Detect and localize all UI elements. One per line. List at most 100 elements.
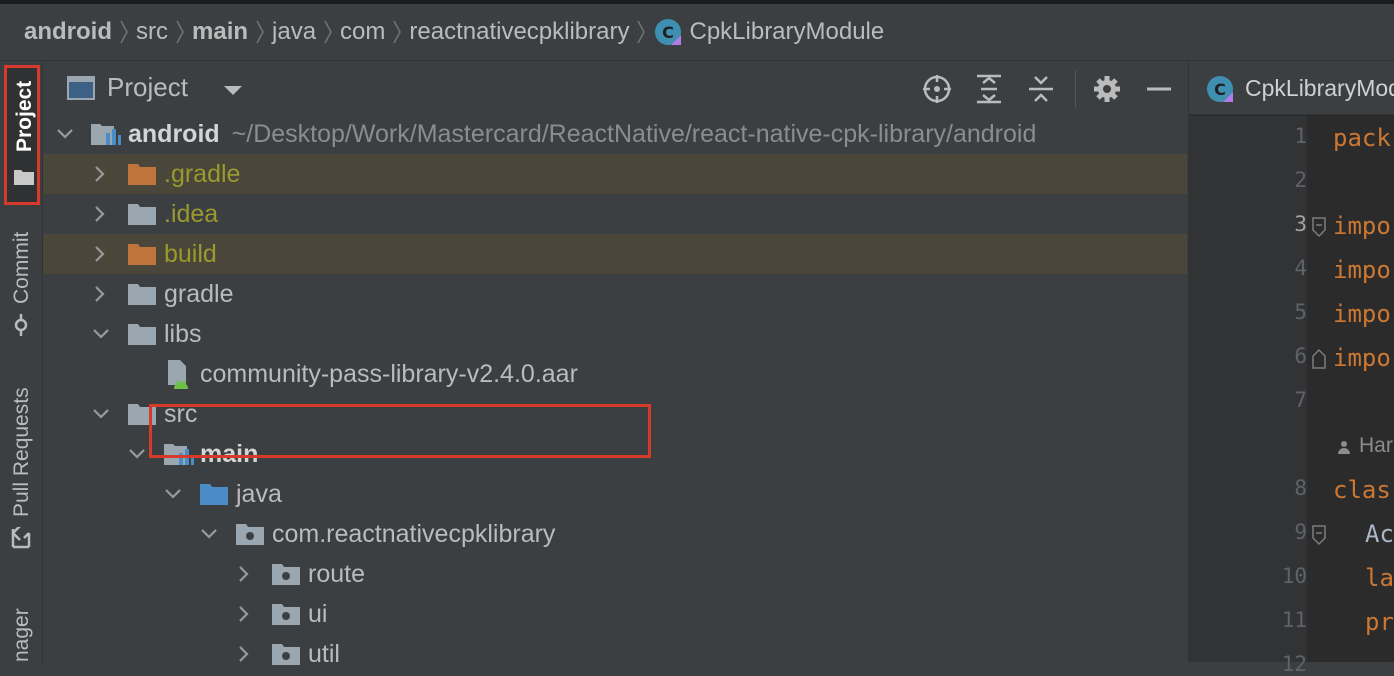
annotation-highlight-box bbox=[149, 404, 651, 458]
tree-row-java[interactable]: java bbox=[43, 474, 1187, 514]
tree-path: ~/Desktop/Work/Mastercard/ReactNative/re… bbox=[231, 119, 1037, 148]
tree-label: ui bbox=[308, 599, 328, 628]
tree-row-aar-file[interactable]: community-pass-library-v2.4.0.aar bbox=[43, 354, 1187, 394]
breadcrumb-label: reactnativecpklibrary bbox=[409, 18, 630, 45]
code-line[interactable]: la bbox=[1365, 564, 1394, 592]
breadcrumb-com[interactable]: com bbox=[340, 18, 385, 46]
fold-icon[interactable] bbox=[1311, 348, 1327, 370]
svg-text:C: C bbox=[1214, 80, 1226, 99]
user-icon bbox=[1337, 440, 1351, 459]
tree-row-build[interactable]: build bbox=[43, 234, 1187, 274]
commit-tool-label: Commit bbox=[10, 231, 33, 304]
tree-row-package[interactable]: com.reactnativecpklibrary bbox=[43, 514, 1187, 554]
project-tool-button[interactable]: Project bbox=[4, 65, 40, 205]
chevron-down-icon[interactable] bbox=[162, 483, 184, 505]
manager-tool-button[interactable]: nager bbox=[4, 592, 40, 662]
chevron-down-icon[interactable] bbox=[90, 403, 112, 425]
tree-row-route[interactable]: route bbox=[43, 554, 1187, 594]
collapse-all-icon[interactable] bbox=[1024, 72, 1058, 106]
module-folder-icon bbox=[90, 121, 121, 147]
tree-row-util[interactable]: util bbox=[43, 634, 1187, 674]
chevron-right-icon bbox=[168, 16, 192, 48]
code-line[interactable]: clas bbox=[1333, 476, 1391, 504]
editor-tab-label: CpkLibraryModule bbox=[1245, 75, 1394, 101]
code-author-hint: Har bbox=[1359, 434, 1393, 457]
manager-tool-label: nager bbox=[10, 608, 33, 662]
breadcrumb-label: android bbox=[24, 18, 112, 45]
tree-label: com.reactnativecpklibrary bbox=[272, 519, 556, 548]
breadcrumb-src[interactable]: src bbox=[136, 18, 168, 46]
chevron-right-icon bbox=[629, 16, 653, 48]
source-folder-icon bbox=[199, 482, 229, 508]
breadcrumb-reactnativecpklibrary[interactable]: reactnativecpklibrary bbox=[409, 18, 629, 46]
project-panel-header: Project bbox=[43, 62, 1187, 114]
folder-icon bbox=[127, 202, 157, 228]
tree-label: gradle bbox=[164, 279, 234, 308]
line-number: 11 bbox=[1281, 608, 1307, 632]
commit-icon bbox=[10, 314, 32, 341]
line-number: 2 bbox=[1294, 168, 1307, 192]
tree-row-gradle[interactable]: gradle bbox=[43, 274, 1187, 314]
chevron-down-icon[interactable] bbox=[126, 443, 148, 465]
tree-label: libs bbox=[164, 319, 202, 348]
locate-icon[interactable] bbox=[920, 72, 954, 106]
code-line[interactable]: impo bbox=[1333, 256, 1391, 284]
chevron-right-icon[interactable] bbox=[233, 603, 255, 625]
code-line[interactable]: impo bbox=[1333, 212, 1391, 240]
code-line[interactable]: pr bbox=[1365, 608, 1394, 636]
breadcrumb-label: src bbox=[136, 18, 168, 45]
pull-requests-tool-button[interactable]: Pull Requests bbox=[4, 372, 40, 557]
line-number: 9 bbox=[1294, 520, 1307, 544]
code-line[interactable]: impo bbox=[1333, 300, 1391, 328]
expand-all-icon[interactable] bbox=[972, 72, 1006, 106]
code-line[interactable]: Ac bbox=[1365, 520, 1394, 548]
editor-tab[interactable]: C CpkLibraryModule bbox=[1189, 62, 1394, 115]
project-view-icon bbox=[67, 76, 95, 105]
gear-icon[interactable] bbox=[1090, 72, 1124, 106]
chevron-right-icon bbox=[385, 16, 409, 48]
package-icon bbox=[271, 642, 301, 668]
tree-row-ui[interactable]: ui bbox=[43, 594, 1187, 634]
project-panel-title[interactable]: Project bbox=[107, 72, 188, 103]
line-number: 8 bbox=[1294, 476, 1307, 500]
svg-text:C: C bbox=[663, 23, 675, 42]
chevron-down-icon[interactable] bbox=[90, 323, 112, 345]
chevron-right-icon[interactable] bbox=[89, 203, 111, 225]
chevron-down-icon[interactable] bbox=[198, 523, 220, 545]
breadcrumb-main[interactable]: main bbox=[192, 18, 248, 46]
breadcrumb: android src main java com reactnativecpk… bbox=[0, 4, 1394, 61]
tree-label: android bbox=[128, 119, 220, 148]
chevron-right-icon[interactable] bbox=[89, 163, 111, 185]
fold-icon[interactable] bbox=[1311, 524, 1327, 546]
code-line[interactable]: impo bbox=[1333, 344, 1391, 372]
tree-row-libs[interactable]: libs bbox=[43, 314, 1187, 354]
chevron-down-icon[interactable] bbox=[54, 123, 76, 145]
commit-tool-button[interactable]: Commit bbox=[4, 222, 40, 342]
breadcrumb-java[interactable]: java bbox=[272, 18, 316, 46]
breadcrumb-label: main bbox=[192, 18, 249, 45]
code-line[interactable]: pack bbox=[1333, 124, 1391, 152]
tree-label: util bbox=[308, 639, 340, 668]
tree-row-android[interactable]: android ~/Desktop/Work/Mastercard/ReactN… bbox=[43, 114, 1187, 154]
chevron-right-icon[interactable] bbox=[233, 563, 255, 585]
chevron-right-icon[interactable] bbox=[89, 243, 111, 265]
breadcrumb-cpklibrarymodule[interactable]: C CpkLibraryModule bbox=[653, 17, 884, 47]
android-archive-icon bbox=[165, 359, 195, 391]
fold-icon[interactable] bbox=[1311, 216, 1327, 238]
chevron-right-icon[interactable] bbox=[89, 283, 111, 305]
line-number: 10 bbox=[1281, 564, 1307, 588]
minimize-icon[interactable] bbox=[1142, 72, 1176, 106]
pull-requests-tool-label: Pull Requests bbox=[10, 387, 33, 517]
tree-row-gradle-hidden[interactable]: .gradle bbox=[43, 154, 1187, 194]
tree-label: java bbox=[236, 479, 282, 508]
tree-row-idea[interactable]: .idea bbox=[43, 194, 1187, 234]
line-number: 6 bbox=[1294, 344, 1307, 368]
breadcrumb-android[interactable]: android bbox=[24, 18, 112, 46]
tree-label: .idea bbox=[164, 199, 219, 228]
chevron-right-icon bbox=[112, 16, 136, 48]
tree-label: route bbox=[308, 559, 365, 588]
line-number: 1 bbox=[1294, 124, 1307, 148]
view-dropdown-icon[interactable] bbox=[223, 84, 243, 102]
chevron-right-icon bbox=[248, 16, 272, 48]
line-gutter: 1 2 3 4 5 6 7 8 9 10 11 12 bbox=[1189, 116, 1307, 676]
